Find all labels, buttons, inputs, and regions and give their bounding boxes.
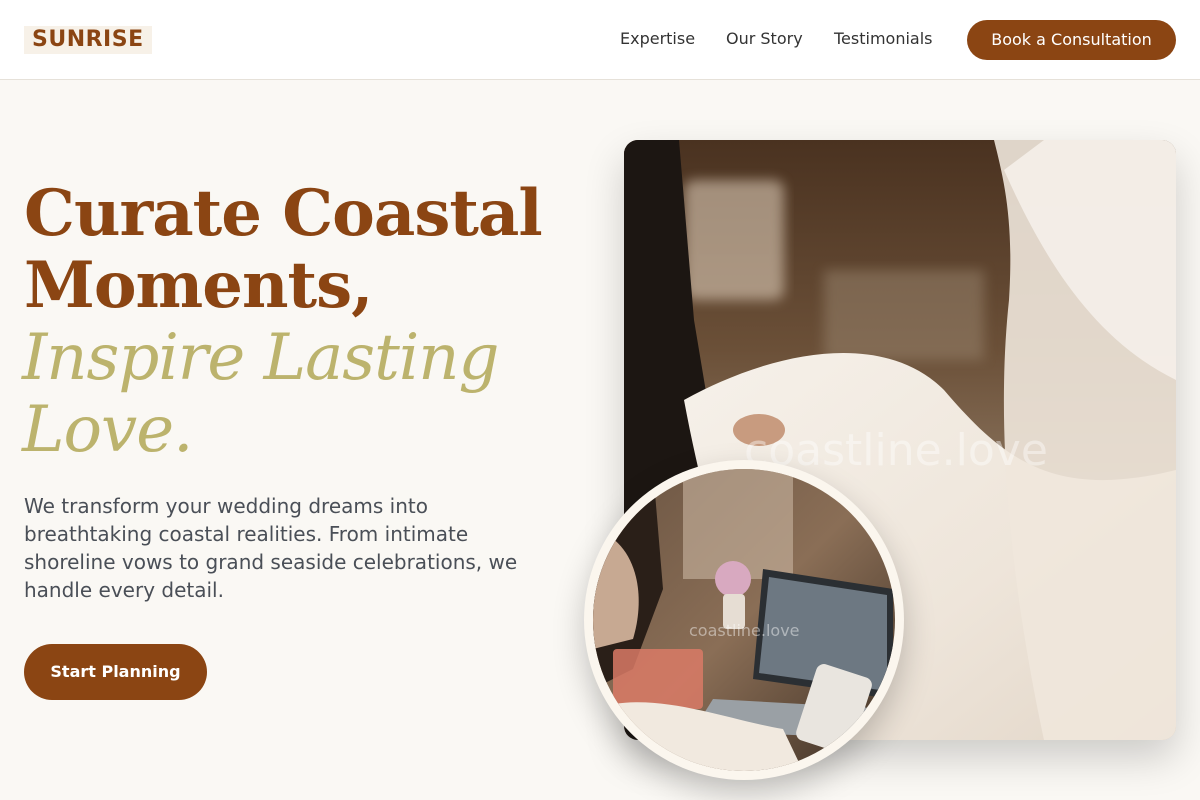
nav-link-expertise[interactable]: Expertise [620, 28, 695, 50]
hero-accent-title: Inspire Lasting Love. [22, 321, 499, 467]
hero-title-line-2: Moments, [24, 248, 373, 323]
planning-photo-illustration [593, 469, 895, 771]
hero-accent-line-2: Love. [22, 393, 193, 467]
book-consultation-button[interactable]: Book a Consultation [967, 20, 1176, 60]
start-planning-button[interactable]: Start Planning [24, 644, 207, 700]
circle-photo-watermark: coastline.love [689, 621, 800, 640]
hero-description: We transform your wedding dreams into br… [24, 494, 518, 602]
hero-accent-line-1: Inspire Lasting [22, 321, 499, 395]
hero-title-line-1: Curate Coastal [24, 176, 543, 251]
brand-logo[interactable]: SUNRISE [24, 26, 152, 54]
nav-link-testimonials[interactable]: Testimonials [834, 28, 933, 50]
nav-link-our-story[interactable]: Our Story [726, 28, 803, 50]
site-header: SUNRISE Expertise Our Story Testimonials… [0, 0, 1200, 80]
planning-photo-frame: coastline.love [584, 460, 904, 780]
hero-title: Curate Coastal Moments, [24, 176, 543, 323]
planning-photo: coastline.love [593, 469, 895, 771]
